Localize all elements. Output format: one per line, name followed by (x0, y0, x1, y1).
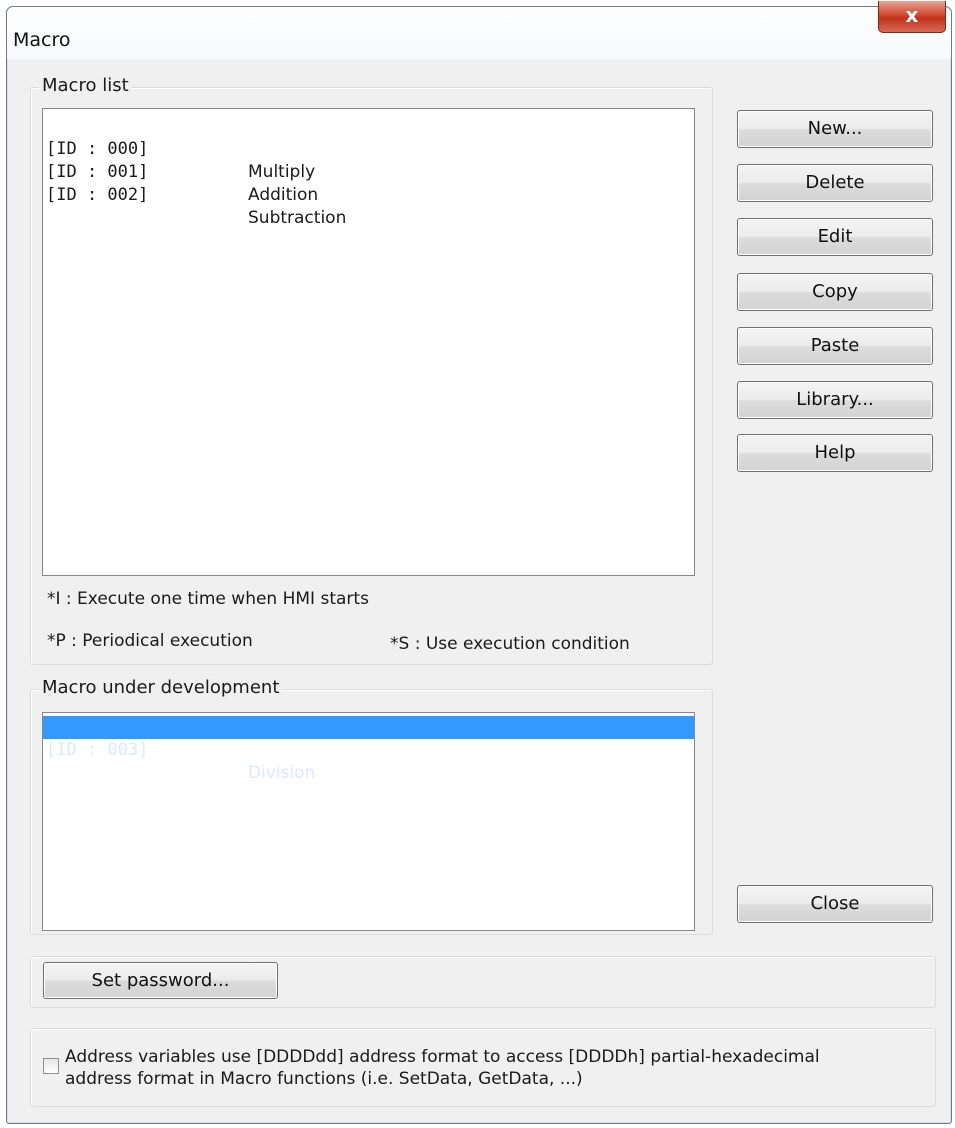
macro-list-label: Macro list (39, 75, 132, 96)
list-item[interactable]: [ID : 002] Subtraction (43, 161, 694, 228)
macro-id: [ID : 003] (46, 740, 149, 760)
help-button[interactable]: Help (737, 434, 933, 472)
address-format-label[interactable]: Address variables use [DDDDdd] address f… (65, 1046, 820, 1090)
paste-button[interactable]: Paste (737, 327, 933, 365)
macro-name: Addition (248, 185, 319, 205)
macro-dev-list-box[interactable]: [ID : 003] Division (42, 712, 695, 931)
close-window-icon[interactable]: x (878, 1, 946, 33)
address-format-line2: address format in Macro functions (i.e. … (65, 1069, 583, 1089)
macro-name: Subtraction (248, 208, 347, 228)
macro-name: Division (248, 763, 316, 783)
title-bar[interactable]: Macro (7, 7, 951, 59)
macro-dev-label: Macro under development (39, 677, 283, 698)
note-initial-execution: *I : Execute one time when HMI starts (47, 589, 369, 609)
note-periodical-execution: *P : Periodical execution (47, 631, 253, 651)
address-format-line1: Address variables use [DDDDdd] address f… (65, 1047, 820, 1067)
macro-list-box[interactable]: [ID : 000] Multiply [ID : 001] Addition … (42, 108, 695, 576)
close-button[interactable]: Close (737, 885, 933, 923)
new-button[interactable]: New... (737, 110, 933, 148)
address-format-checkbox[interactable] (43, 1058, 59, 1074)
note-execution-condition: *S : Use execution condition (390, 634, 630, 654)
list-item[interactable]: [ID : 000] Multiply (43, 115, 694, 182)
list-item[interactable]: [ID : 001] Addition (43, 138, 694, 205)
window-title: Macro (13, 29, 71, 51)
list-item[interactable]: [ID : 003] Division (43, 716, 694, 783)
delete-button[interactable]: Delete (737, 164, 933, 202)
copy-button[interactable]: Copy (737, 273, 933, 311)
macro-id: [ID : 002] (46, 185, 149, 205)
library-button[interactable]: Library... (737, 381, 933, 419)
set-password-button[interactable]: Set password... (43, 962, 278, 999)
edit-button[interactable]: Edit (737, 218, 933, 256)
